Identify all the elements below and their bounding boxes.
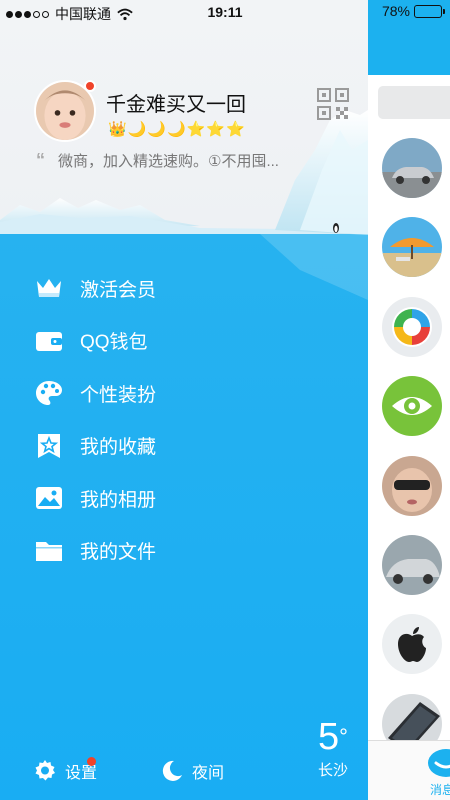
crown-icon [34, 273, 64, 303]
night-label: 夜间 [192, 765, 225, 782]
menu-item-album[interactable]: 我的相册 [34, 472, 334, 525]
photo-album-icon [34, 483, 64, 513]
notification-dot [84, 80, 96, 92]
signature-text: 微商，加入精选速购。①不用囤... [58, 153, 279, 170]
weather-widget[interactable]: 5° 长沙 [318, 717, 348, 780]
degree-symbol: ° [339, 724, 348, 749]
menu-item-vip[interactable]: 激活会员 [34, 262, 334, 315]
menu-item-wallet[interactable]: QQ钱包 [34, 315, 334, 368]
night-mode-button[interactable]: 夜间 [160, 759, 224, 783]
search-bar[interactable] [378, 86, 450, 119]
drawer-menu: 激活会员 QQ钱包 个性装扮 我的收藏 我的相册 我的文件 [34, 262, 334, 577]
qr-code-icon[interactable] [317, 88, 349, 120]
bottom-tab-bar: 消息 [368, 740, 450, 800]
menu-label: 我的相册 [80, 489, 157, 511]
menu-label: QQ钱包 [80, 332, 148, 354]
menu-item-files[interactable]: 我的文件 [34, 525, 334, 578]
nickname[interactable]: 千金难买又一回 [106, 88, 246, 117]
tab-messages-label[interactable]: 消息 [430, 781, 450, 798]
menu-label: 我的收藏 [80, 437, 157, 459]
weather-temperature: 5° [318, 717, 348, 757]
status-right: 78% [381, 3, 445, 19]
profile-card: 千金难买又一回 👑🌙🌙🌙⭐⭐⭐ [34, 80, 354, 150]
chat-avatar-beach[interactable] [382, 217, 442, 277]
temperature-value: 5 [318, 716, 340, 758]
menu-label: 激活会员 [80, 279, 157, 301]
battery-icon [414, 4, 445, 18]
signature-row[interactable]: “ 微商，加入精选速购。①不用囤... [36, 150, 336, 171]
chat-avatar-eye[interactable] [382, 376, 442, 436]
chat-avatar-qq-zone[interactable] [382, 297, 442, 357]
quote-icon: “ [36, 150, 45, 170]
chat-avatar-car[interactable] [382, 138, 442, 198]
wallet-icon [34, 326, 64, 356]
chat-avatar-child[interactable] [382, 456, 442, 516]
chat-avatar-apple[interactable] [382, 614, 442, 674]
palette-icon [34, 378, 64, 408]
drawer-bottom-bar: 设置 夜间 5° 长沙 [0, 717, 368, 800]
moon-icon [162, 760, 182, 781]
side-drawer: 千金难买又一回 👑🌙🌙🌙⭐⭐⭐ “ 微商，加入精选速购。①不用囤... 激活会员 [0, 0, 368, 800]
gear-icon [35, 760, 55, 781]
favorites-icon [34, 431, 64, 461]
battery-percent: 78% [381, 3, 410, 19]
menu-item-themes[interactable]: 个性装扮 [34, 367, 334, 420]
status-bar: 中国联通 19:11 78% [0, 0, 450, 24]
menu-item-favorites[interactable]: 我的收藏 [34, 420, 334, 473]
weather-city: 长沙 [318, 762, 349, 779]
settings-button[interactable]: 设置 [33, 757, 97, 783]
menu-label: 个性装扮 [80, 384, 157, 406]
chat-avatar-silver-car[interactable] [382, 535, 442, 595]
folder-icon [34, 536, 64, 566]
chat-bubble-icon[interactable] [426, 747, 450, 781]
settings-notification-dot [87, 757, 96, 766]
conversation-list-peek[interactable]: 消息 [368, 0, 450, 800]
menu-label: 我的文件 [80, 542, 157, 564]
level-badges[interactable]: 👑🌙🌙🌙⭐⭐⭐ [108, 120, 246, 138]
